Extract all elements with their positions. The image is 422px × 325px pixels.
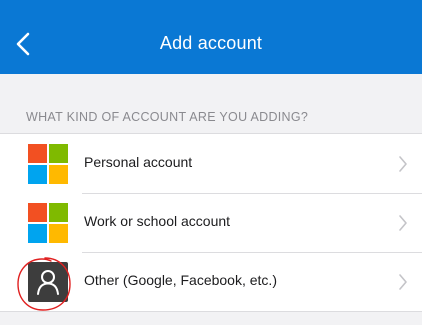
other-account-option[interactable]: Other (Google, Facebook, etc.)	[0, 252, 422, 311]
microsoft-logo-icon	[28, 144, 68, 184]
section-header: WHAT KIND OF ACCOUNT ARE YOU ADDING?	[26, 110, 309, 124]
chevron-right-icon	[399, 215, 407, 231]
other-account-label: Other (Google, Facebook, etc.)	[84, 272, 277, 288]
chevron-right-icon	[399, 274, 407, 290]
page-title: Add account	[159, 33, 263, 53]
microsoft-logo-icon	[28, 203, 68, 243]
personal-account-option[interactable]: Personal account	[0, 134, 422, 193]
chevron-right-icon	[399, 156, 407, 172]
work-or-school-account-option[interactable]: Work or school account	[0, 193, 422, 252]
navigation-bar: Add account	[0, 0, 422, 74]
account-type-list: Personal account Work or school account …	[0, 133, 422, 312]
work-or-school-account-label: Work or school account	[84, 213, 231, 229]
person-icon	[28, 262, 68, 302]
personal-account-label: Personal account	[84, 154, 193, 170]
